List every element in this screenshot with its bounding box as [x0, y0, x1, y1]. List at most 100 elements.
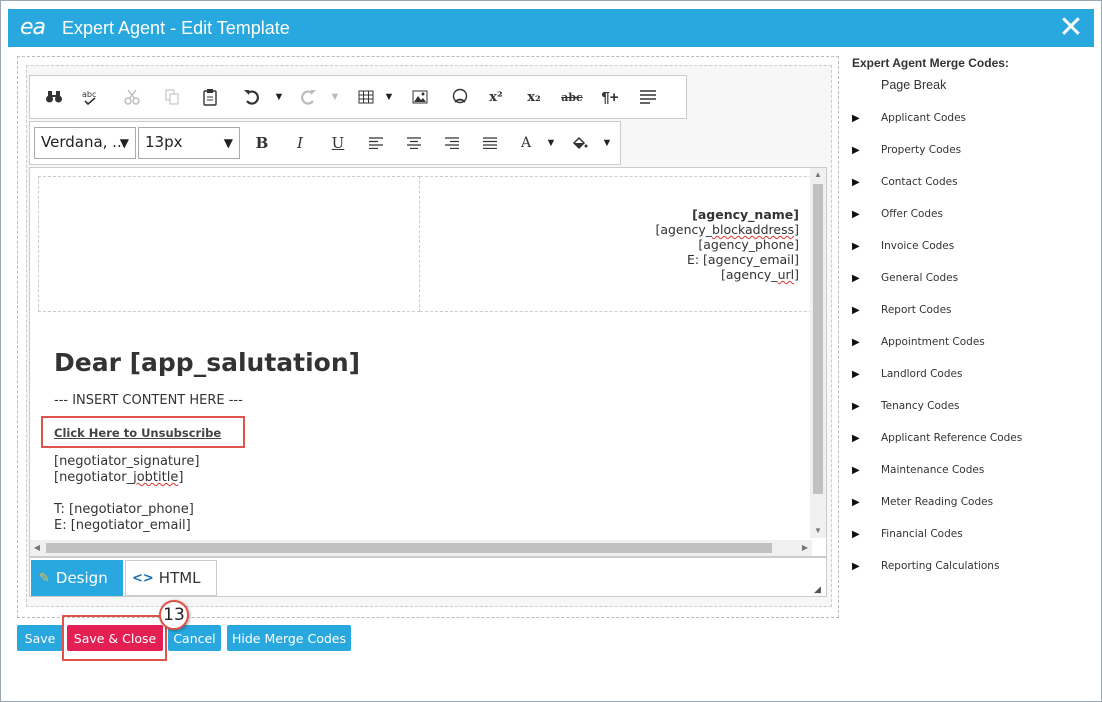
justify-icon[interactable]	[476, 122, 504, 164]
header-left-cell[interactable]	[38, 176, 420, 312]
expand-triangle-icon: ▶	[852, 304, 860, 316]
merge-code-group[interactable]: ▶ Financial Codes	[852, 525, 963, 543]
document-editor[interactable]: [agency_name] [agency_blockaddress] [age…	[29, 167, 827, 557]
merge-code-group[interactable]: ▶ Invoice Codes	[852, 237, 954, 255]
merge-code-group[interactable]: ▶ Meter Reading Codes	[852, 493, 993, 511]
expand-triangle-icon: ▶	[852, 176, 860, 188]
expand-triangle-icon: ▶	[852, 432, 860, 444]
scroll-right-icon[interactable]: ▶	[798, 540, 812, 556]
header-right-cell[interactable]: [agency_name] [agency_blockaddress] [age…	[420, 176, 812, 312]
page-break-item[interactable]: Page Break	[881, 78, 946, 92]
vertical-scroll-thumb[interactable]	[813, 184, 823, 494]
negotiator-phone: T: [negotiator_phone]	[54, 502, 194, 517]
agency-url: [agency_url]	[720, 267, 799, 282]
bold-icon[interactable]: B	[248, 122, 276, 164]
expand-triangle-icon: ▶	[852, 272, 860, 284]
underline-icon[interactable]: U	[324, 122, 352, 164]
undo-icon[interactable]	[238, 76, 266, 118]
expand-triangle-icon: ▶	[852, 400, 860, 412]
paragraph-icon[interactable]: ¶+	[596, 76, 624, 118]
code-icon: <>	[132, 570, 154, 586]
redo-dropdown-icon[interactable]: ▼	[328, 76, 342, 118]
undo-dropdown-icon[interactable]: ▼	[272, 76, 286, 118]
tab-design[interactable]: ✎ Design	[31, 560, 123, 596]
align-center-icon[interactable]	[400, 122, 428, 164]
merge-code-group[interactable]: ▶ Applicant Reference Codes	[852, 429, 1022, 447]
edit-template-window: ea Expert Agent - Edit Template ✕ abc ▼ …	[0, 0, 1102, 702]
negotiator-contact-block: T: [negotiator_phone] E: [negotiator_ema…	[54, 502, 194, 534]
align-left-icon[interactable]	[362, 122, 390, 164]
agency-blockaddress: [agency_blockaddress]	[655, 222, 799, 237]
copy-icon[interactable]	[158, 76, 186, 118]
spellcheck-icon[interactable]: abc	[76, 76, 104, 118]
expand-triangle-icon: ▶	[852, 528, 860, 540]
tab-html[interactable]: <> HTML	[125, 560, 217, 596]
expand-triangle-icon: ▶	[852, 336, 860, 348]
merge-code-group[interactable]: ▶ Offer Codes	[852, 205, 943, 223]
insert-content-placeholder: --- INSERT CONTENT HERE ---	[54, 393, 243, 408]
font-size-select[interactable]: 13px ▼	[138, 127, 240, 159]
strikethrough-icon[interactable]: abc	[558, 76, 586, 118]
expand-triangle-icon: ▶	[852, 112, 860, 124]
highlight-color-icon[interactable]	[566, 122, 594, 164]
merge-code-group[interactable]: ▶ Property Codes	[852, 141, 961, 159]
scroll-up-icon[interactable]: ▲	[810, 168, 826, 182]
merge-code-group[interactable]: ▶ Report Codes	[852, 301, 952, 319]
font-family-select[interactable]: Verdana, ... ▼	[34, 127, 136, 159]
expand-triangle-icon: ▶	[852, 368, 860, 380]
merge-code-group[interactable]: ▶ Reporting Calculations	[852, 557, 999, 575]
italic-icon[interactable]: I	[286, 122, 314, 164]
image-icon[interactable]	[406, 76, 434, 118]
tab-html-label: HTML	[158, 569, 201, 587]
resize-grip-icon[interactable]: ◢	[814, 584, 824, 594]
negotiator-signature: [negotiator_signature]	[54, 454, 200, 469]
table-icon[interactable]	[352, 76, 380, 118]
table-dropdown-icon[interactable]: ▼	[382, 76, 396, 118]
highlight-color-dropdown-icon[interactable]: ▼	[600, 122, 614, 164]
document-content[interactable]: [agency_name] [agency_blockaddress] [age…	[38, 176, 812, 536]
expand-triangle-icon: ▶	[852, 464, 860, 476]
window-title: Expert Agent - Edit Template	[62, 18, 290, 38]
close-icon[interactable]: ✕	[1056, 13, 1086, 43]
negotiator-jobtitle: [negotiator_jobtitle]	[54, 470, 184, 485]
hide-merge-codes-button[interactable]: Hide Merge Codes	[227, 625, 351, 651]
superscript-icon[interactable]: x²	[482, 76, 510, 118]
scroll-down-icon[interactable]: ▼	[810, 524, 826, 538]
merge-codes-title: Expert Agent Merge Codes:	[852, 56, 1009, 70]
merge-code-group[interactable]: ▶ Maintenance Codes	[852, 461, 984, 479]
cut-icon[interactable]	[118, 76, 146, 118]
step-number-badge: 13	[159, 600, 189, 630]
agency-name: [agency_name]	[692, 207, 799, 222]
font-color-dropdown-icon[interactable]: ▼	[544, 122, 558, 164]
merge-code-group[interactable]: ▶ Applicant Codes	[852, 109, 966, 127]
unsubscribe-link[interactable]: Click Here to Unsubscribe	[54, 426, 221, 440]
font-family-value: Verdana, ...	[41, 133, 127, 151]
expert-agent-logo: ea	[20, 15, 46, 40]
horizontal-scroll-thumb[interactable]	[46, 543, 772, 553]
negotiator-email: E: [negotiator_email]	[54, 518, 191, 533]
horizontal-scrollbar[interactable]: ◀ ▶	[30, 540, 812, 556]
link-icon[interactable]	[446, 76, 474, 118]
save-close-highlight-box	[62, 615, 167, 661]
merge-code-group[interactable]: ▶ Tenancy Codes	[852, 397, 960, 415]
agency-phone: [agency_phone]	[698, 237, 799, 252]
redo-icon[interactable]	[294, 76, 322, 118]
merge-code-group[interactable]: ▶ Landlord Codes	[852, 365, 962, 383]
title-bar: ea Expert Agent - Edit Template ✕	[8, 9, 1094, 47]
paste-icon[interactable]	[196, 76, 224, 118]
find-icon[interactable]	[40, 76, 68, 118]
agency-email: E: [agency_email]	[686, 252, 799, 267]
align-icon[interactable]	[634, 76, 662, 118]
merge-code-group[interactable]: ▶ Contact Codes	[852, 173, 958, 191]
font-color-icon[interactable]: A	[512, 122, 540, 164]
editor-mode-bar: ✎ Design <> HTML ◢	[29, 557, 827, 597]
merge-code-group[interactable]: ▶ General Codes	[852, 269, 958, 287]
scroll-left-icon[interactable]: ◀	[30, 540, 44, 556]
merge-code-group[interactable]: ▶ Appointment Codes	[852, 333, 985, 351]
chevron-down-icon: ▼	[223, 136, 233, 150]
align-right-icon[interactable]	[438, 122, 466, 164]
subscript-icon[interactable]: x₂	[520, 76, 548, 118]
vertical-scrollbar[interactable]: ▲ ▼	[810, 168, 826, 538]
save-button[interactable]: Save	[17, 625, 63, 651]
greeting-heading: Dear [app_salutation]	[54, 348, 361, 377]
